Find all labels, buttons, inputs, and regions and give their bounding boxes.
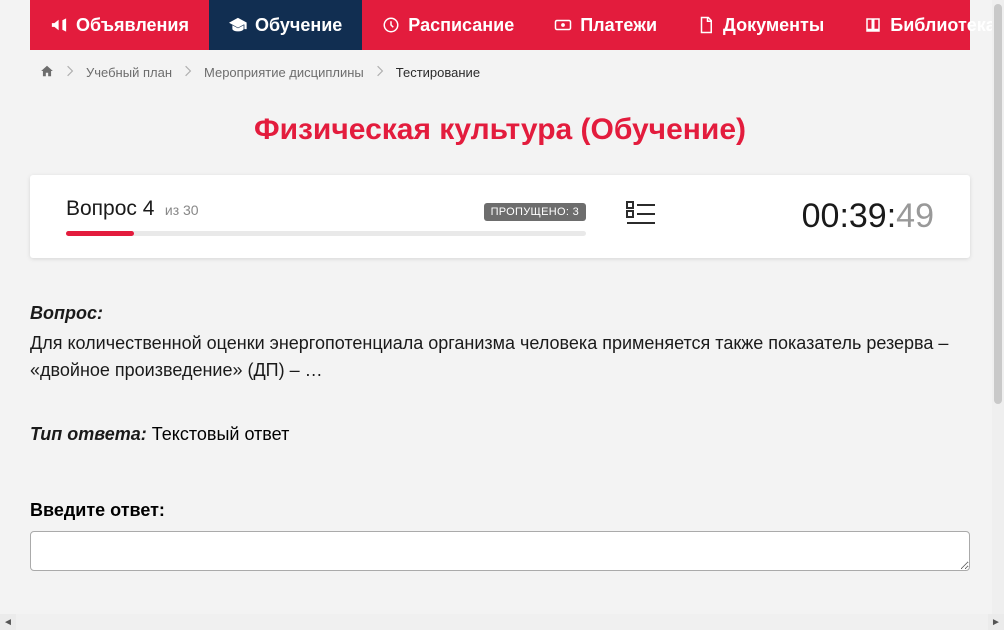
nav-documents[interactable]: Документы	[677, 0, 844, 50]
question-label: Вопрос:	[30, 303, 103, 323]
nav-library[interactable]: Библиотека	[844, 0, 992, 50]
breadcrumb-current: Тестирование	[396, 65, 480, 80]
scroll-right-icon[interactable]: ►	[988, 614, 1004, 630]
timer-seconds: 39	[849, 197, 887, 236]
megaphone-icon	[50, 16, 68, 34]
timer: 00:39:49	[802, 197, 934, 236]
nav-label: Платежи	[580, 15, 657, 36]
nav-label: Объявления	[76, 15, 189, 36]
answer-input[interactable]	[30, 531, 970, 571]
nav-label: Документы	[723, 15, 824, 36]
chevron-right-icon	[184, 65, 192, 80]
nav-label: Обучение	[255, 15, 342, 36]
nav-payments[interactable]: Платежи	[534, 0, 677, 50]
payment-icon	[554, 16, 572, 34]
breadcrumb: Учебный план Мероприятие дисциплины Тест…	[30, 50, 970, 95]
nav-announcements[interactable]: Объявления	[30, 0, 209, 50]
home-icon[interactable]	[40, 64, 54, 81]
page-title: Физическая культура (Обучение)	[30, 113, 970, 147]
nav-schedule[interactable]: Расписание	[362, 0, 534, 50]
nav-label: Библиотека	[890, 15, 992, 36]
question-list-icon[interactable]	[626, 200, 656, 233]
vertical-scrollbar[interactable]	[992, 0, 1004, 614]
skipped-badge: ПРОПУЩЕНО: 3	[484, 203, 586, 221]
chevron-right-icon	[66, 65, 74, 80]
book-icon	[864, 16, 882, 34]
answer-input-label: Введите ответ:	[30, 500, 970, 521]
answer-type-value: Текстовый ответ	[152, 424, 290, 444]
nav-learning[interactable]: Обучение	[209, 0, 362, 50]
nav-label: Расписание	[408, 15, 514, 36]
progress-fill	[66, 231, 134, 236]
timer-millis: 49	[896, 197, 934, 236]
chevron-right-icon	[376, 65, 384, 80]
question-text: Для количественной оценки энергопотенциа…	[30, 330, 970, 384]
horizontal-scrollbar[interactable]: ◄ ►	[0, 614, 1004, 630]
navbar: Объявления Обучение Расписание	[30, 0, 970, 50]
question-total: из 30	[165, 202, 199, 218]
document-icon	[697, 16, 715, 34]
breadcrumb-link-plan[interactable]: Учебный план	[86, 65, 172, 80]
scroll-left-icon[interactable]: ◄	[0, 614, 16, 630]
timer-minutes: 00	[802, 197, 840, 236]
question-number: Вопрос 4	[66, 197, 154, 220]
progress-bar	[66, 231, 586, 236]
breadcrumb-link-event[interactable]: Мероприятие дисциплины	[204, 65, 364, 80]
scrollbar-thumb[interactable]	[994, 4, 1002, 404]
status-bar: Вопрос 4 из 30 ПРОПУЩЕНО: 3	[30, 175, 970, 258]
answer-type-label: Тип ответа:	[30, 424, 147, 444]
clock-icon	[382, 16, 400, 34]
graduation-icon	[229, 16, 247, 34]
